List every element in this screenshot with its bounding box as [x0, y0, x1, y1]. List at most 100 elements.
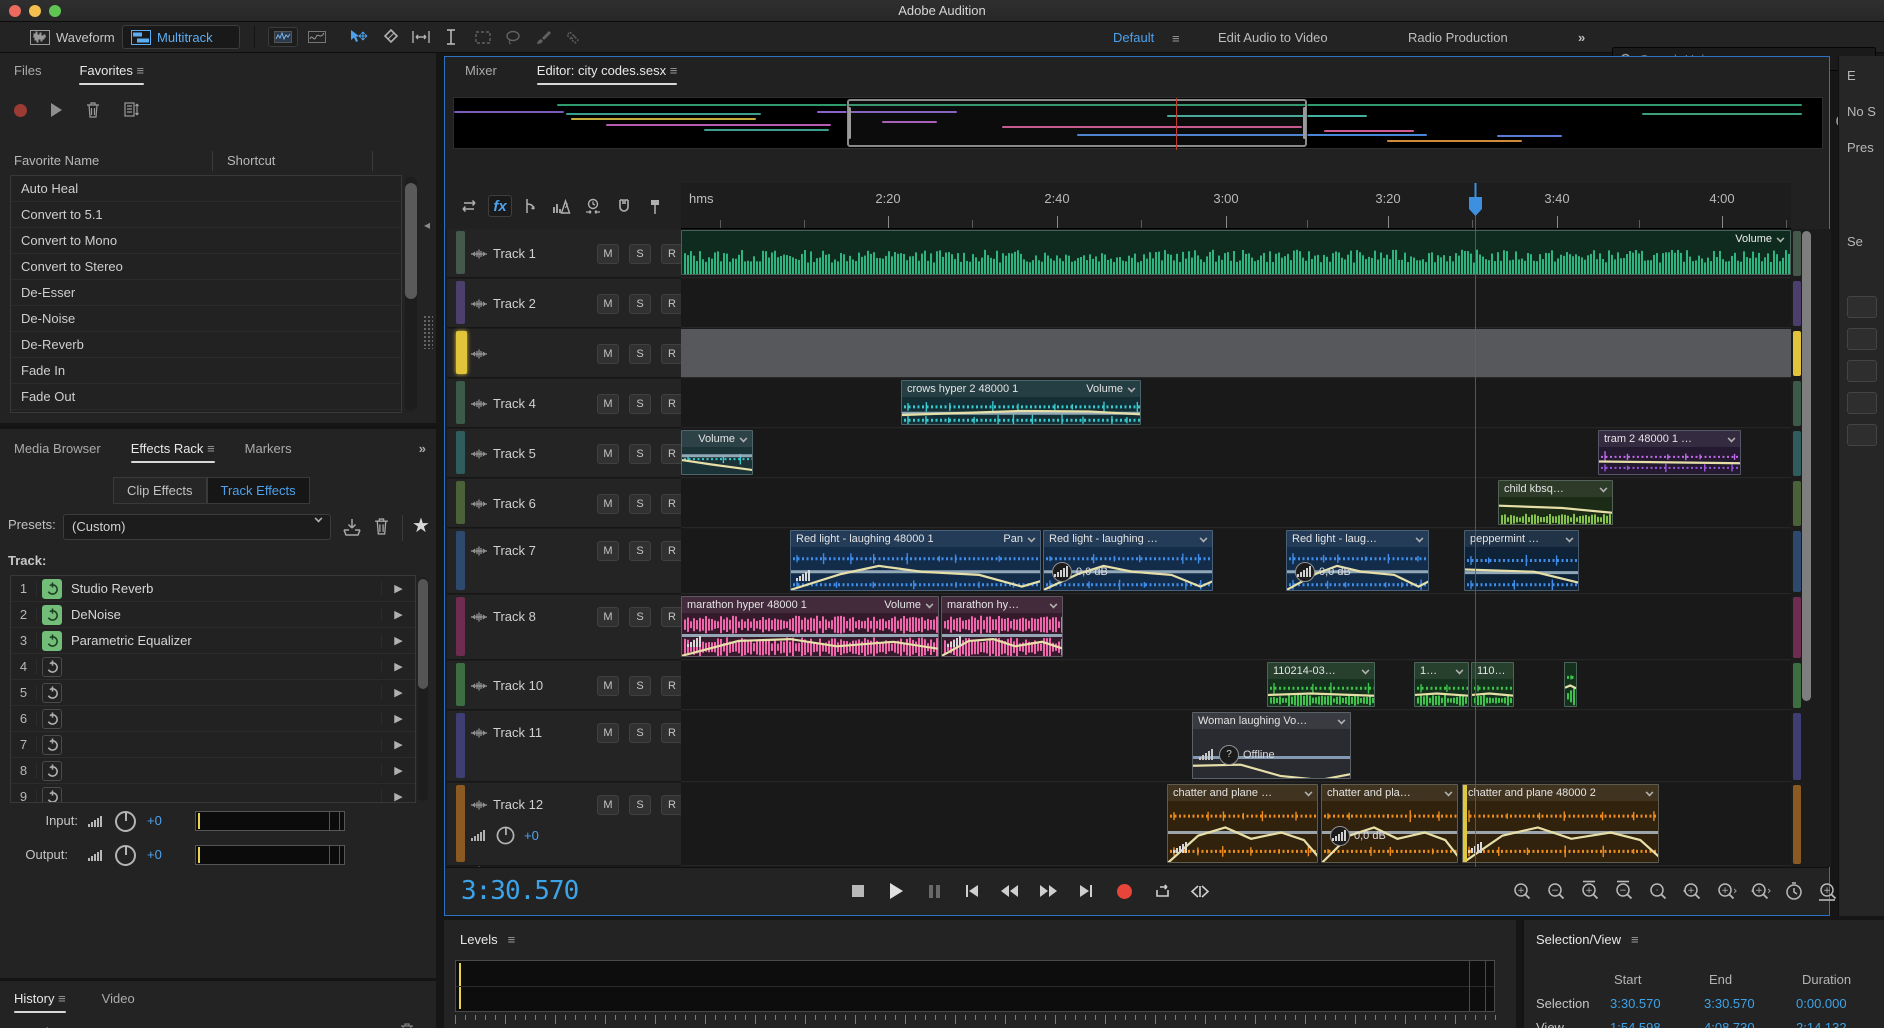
- track-lane[interactable]: chatter and plane …chatter and pla…0,0 d…: [681, 783, 1791, 866]
- input-gain-knob[interactable]: [115, 811, 136, 832]
- power-icon[interactable]: [42, 735, 62, 755]
- view-end-value[interactable]: 4:08.730: [1704, 1020, 1755, 1028]
- track-name[interactable]: Track 6: [493, 496, 536, 511]
- solo-button[interactable]: S: [629, 244, 651, 264]
- show-spectral-waveform-icon[interactable]: [268, 27, 298, 47]
- audio-clip[interactable]: Woman laughing Vo…?Offline: [1192, 712, 1351, 779]
- clip-title-bar[interactable]: Red light - laughing …: [1044, 531, 1212, 547]
- show-effects-fx-icon[interactable]: fx: [488, 195, 512, 217]
- mute-button[interactable]: M: [597, 723, 619, 743]
- track-volume-knob[interactable]: [497, 827, 515, 845]
- selection-end-value[interactable]: 3:30.570: [1704, 996, 1755, 1011]
- solo-button[interactable]: S: [629, 607, 651, 627]
- arm-record-button[interactable]: R: [661, 607, 683, 627]
- clip-title-bar[interactable]: 110214-03…: [1268, 663, 1374, 679]
- mute-button[interactable]: M: [597, 607, 619, 627]
- tab-video[interactable]: Video: [102, 991, 135, 1013]
- clip-envelope-selector[interactable]: Volume: [1735, 233, 1772, 245]
- effect-slot[interactable]: 6▶: [11, 706, 415, 732]
- arm-record-button[interactable]: R: [661, 541, 683, 561]
- track-header[interactable]: Track 10MSR: [447, 661, 681, 710]
- track-lane[interactable]: Volume: [681, 229, 1791, 278]
- audio-clip[interactable]: 110214-03…: [1267, 662, 1375, 707]
- effect-slot[interactable]: 5▶: [11, 680, 415, 706]
- clip-title-bar[interactable]: chatter and plane 48000 2: [1463, 785, 1658, 801]
- clip-title-bar[interactable]: marathon hy…: [942, 597, 1062, 613]
- solo-button[interactable]: S: [629, 541, 651, 561]
- output-gain-knob[interactable]: [115, 845, 136, 866]
- clip-title-bar[interactable]: Red light - laug…: [1287, 531, 1428, 547]
- mute-button[interactable]: M: [597, 676, 619, 696]
- waveform-view-button[interactable]: Waveform: [22, 25, 123, 49]
- track-header[interactable]: Track 12MSR+0: [447, 783, 681, 866]
- clear-history-trash-icon[interactable]: [400, 1023, 414, 1028]
- effect-options-arrow-icon[interactable]: ▶: [381, 582, 415, 595]
- effect-options-arrow-icon[interactable]: ▶: [381, 608, 415, 621]
- audio-clip[interactable]: chatter and plane …: [1167, 784, 1318, 863]
- play-favorite-icon[interactable]: [51, 103, 62, 117]
- solo-button[interactable]: S: [629, 795, 651, 815]
- zoom-selection-out-point-button[interactable]: +›: [1711, 878, 1741, 904]
- audio-clip[interactable]: Volume: [681, 230, 1791, 275]
- audio-clip[interactable]: peppermint …: [1464, 530, 1579, 591]
- vertical-scrollbar-thumb[interactable]: [1802, 231, 1811, 701]
- timed-record-button[interactable]: [1779, 878, 1809, 904]
- track-lane[interactable]: 110214-03… 1…110…: [681, 661, 1791, 710]
- input-gain-value[interactable]: +0: [147, 813, 162, 828]
- paintbrush-tool-icon[interactable]: [530, 27, 556, 47]
- effect-options-arrow-icon[interactable]: ▶: [381, 634, 415, 647]
- track-color-tab[interactable]: [456, 597, 465, 656]
- track-lane[interactable]: Red light - laughing 48000 1PanRed light…: [681, 529, 1791, 594]
- clip-title-bar[interactable]: tram 2 48000 1 …: [1599, 431, 1740, 447]
- effect-options-arrow-icon[interactable]: ▶: [381, 712, 415, 725]
- clip-keyframe-routing-icon[interactable]: [519, 195, 543, 217]
- spot-healing-brush-icon[interactable]: [560, 27, 586, 47]
- workspace-overflow-chevrons[interactable]: »: [1578, 30, 1585, 45]
- zoom-out-amplitude-button[interactable]: −: [1609, 878, 1639, 904]
- lasso-selection-tool-icon[interactable]: [500, 27, 526, 47]
- clip-title-bar[interactable]: 1…: [1415, 663, 1468, 679]
- solo-button[interactable]: S: [629, 294, 651, 314]
- track-header[interactable]: Track 5MSR: [447, 429, 681, 478]
- power-icon[interactable]: [42, 631, 62, 651]
- mute-button[interactable]: M: [597, 394, 619, 414]
- clip-envelope-selector[interactable]: Pan: [1003, 533, 1023, 545]
- subtab-track-effects[interactable]: Track Effects: [207, 477, 310, 504]
- arm-record-button[interactable]: R: [661, 394, 683, 414]
- metronome-icon[interactable]: [550, 195, 574, 217]
- power-icon[interactable]: [42, 683, 62, 703]
- panel-menu-icon[interactable]: ≡: [137, 63, 145, 78]
- record-favorite-icon[interactable]: [14, 104, 27, 117]
- audio-clip[interactable]: 110…: [1471, 662, 1514, 707]
- pause-button[interactable]: [919, 878, 949, 904]
- column-favorite-name[interactable]: Favorite Name: [14, 153, 99, 168]
- audio-clip[interactable]: 1…: [1414, 662, 1469, 707]
- track-header[interactable]: Track 4MSR: [447, 379, 681, 428]
- zoom-in-amplitude-button[interactable]: +: [1575, 878, 1605, 904]
- clip-envelope-selector[interactable]: Volume: [884, 599, 921, 611]
- track-lane[interactable]: [681, 279, 1791, 328]
- clip-title-bar[interactable]: Volume: [682, 431, 752, 447]
- track-name[interactable]: Track 7: [493, 543, 536, 558]
- track-volume-value[interactable]: +0: [524, 828, 539, 843]
- skip-selection-button[interactable]: [1185, 878, 1215, 904]
- effect-slot[interactable]: 3Parametric Equalizer▶: [11, 628, 415, 654]
- panel-menu-icon[interactable]: ≡: [58, 991, 66, 1006]
- move-to-next-button[interactable]: [1071, 878, 1101, 904]
- audio-clip[interactable]: marathon hyper 48000 1Volume: [681, 596, 939, 657]
- selection-duration-value[interactable]: 0:00.000: [1796, 996, 1847, 1011]
- effect-slot[interactable]: 2DeNoise▶: [11, 602, 415, 628]
- favorite-item[interactable]: De-Reverb: [11, 332, 401, 358]
- workspace-default[interactable]: Default: [1113, 30, 1154, 45]
- audio-clip[interactable]: Red light - laug…0,0 dB: [1286, 530, 1429, 591]
- move-tool-icon[interactable]: [345, 27, 371, 47]
- power-icon[interactable]: [42, 787, 62, 804]
- track-color-tab[interactable]: [456, 663, 465, 706]
- solo-button[interactable]: S: [629, 394, 651, 414]
- fast-forward-button[interactable]: [1033, 878, 1063, 904]
- rail-button[interactable]: [1847, 328, 1877, 350]
- effect-options-arrow-icon[interactable]: ▶: [381, 686, 415, 699]
- mute-button[interactable]: M: [597, 294, 619, 314]
- track-header[interactable]: Track 6MSR: [447, 479, 681, 528]
- panel-menu-icon[interactable]: ≡: [1631, 932, 1639, 947]
